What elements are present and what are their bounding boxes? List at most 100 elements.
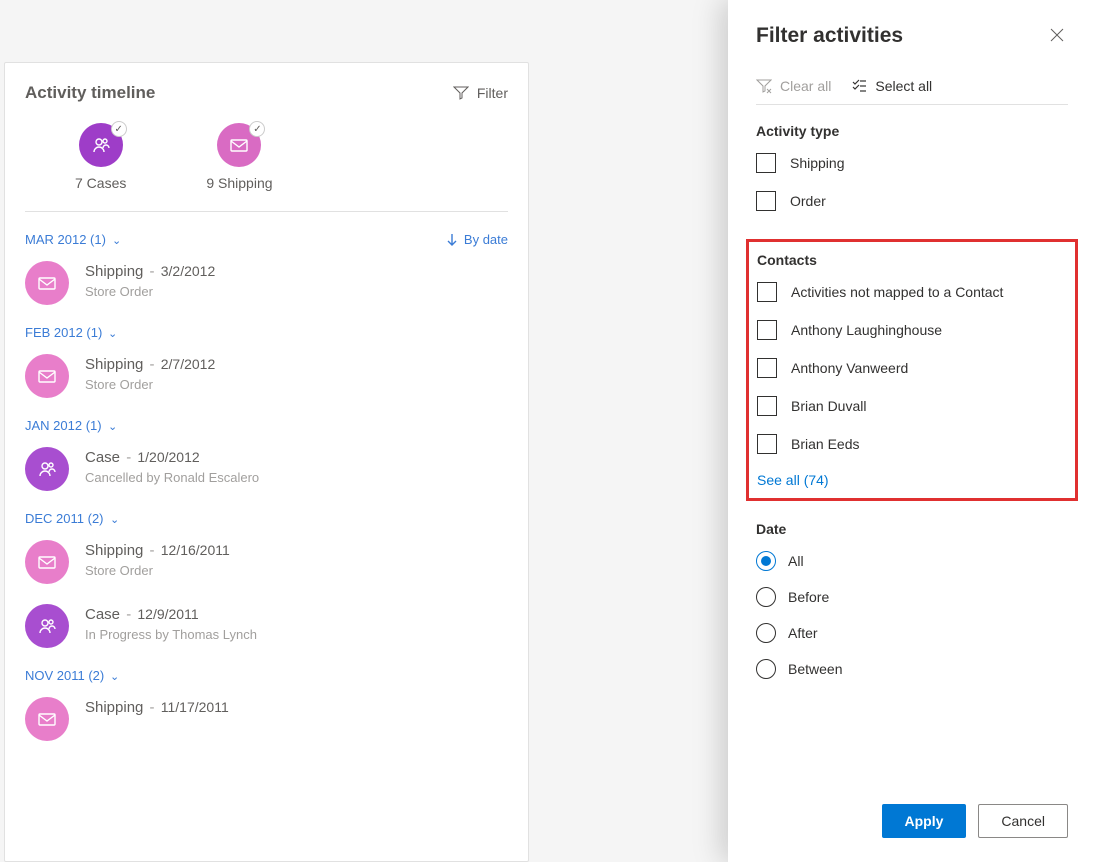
timeline-item-text: Shipping - 12/16/2011 Store Order [85,540,230,584]
timeline-item-title: Case - 1/20/2012 [85,449,259,466]
mail-icon [25,354,69,398]
timeline-title: Activity timeline [25,83,155,103]
timeline-item-title: Shipping - 2/7/2012 [85,356,215,373]
contact-option[interactable]: Activities not mapped to a Contact [757,282,1067,302]
timeline-header: Activity timeline Filter [25,83,508,103]
summary-row: ✓ 7 Cases ✓ 9 Shipping [25,123,508,191]
date-option[interactable]: Between [756,659,1068,679]
date-option[interactable]: Before [756,587,1068,607]
timeline-item[interactable]: Shipping - 11/17/2011 [25,697,508,741]
month-group-header[interactable]: MAR 2012 (1) ⌃ [25,232,121,247]
contact-option[interactable]: Brian Duvall [757,396,1067,416]
timeline-item-title: Shipping - 3/2/2012 [85,263,215,280]
timeline-item-subtitle: Cancelled by Ronald Escalero [85,470,259,485]
contact-option[interactable]: Anthony Laughinghouse [757,320,1067,340]
mail-icon [25,697,69,741]
summary-label: 7 Cases [75,175,126,191]
option-label: Brian Duvall [791,398,866,414]
timeline-item-subtitle: Store Order [85,563,230,578]
summary-item[interactable]: ✓ 9 Shipping [206,123,272,191]
person-icon [25,604,69,648]
contact-option[interactable]: Anthony Vanweerd [757,358,1067,378]
month-group-header[interactable]: DEC 2011 (2) ⌃ [25,511,119,526]
chevron-up-icon: ⌃ [108,419,117,432]
clear-all-button[interactable]: Clear all [756,78,831,94]
option-label: After [788,625,818,641]
timeline-item-text: Case - 12/9/2011 In Progress by Thomas L… [85,604,257,648]
option-label: All [788,553,804,569]
select-all-button[interactable]: Select all [851,78,932,94]
sort-by-date[interactable]: By date [446,232,508,247]
mail-icon [25,540,69,584]
option-label: Shipping [790,155,845,171]
timeline-item-text: Shipping - 11/17/2011 [85,697,229,741]
timeline-item-subtitle: Store Order [85,377,215,392]
apply-button[interactable]: Apply [882,804,967,838]
filter-panel-title: Filter activities [756,24,903,48]
checkbox[interactable] [757,320,777,340]
contacts-title: Contacts [757,252,1067,268]
mail-icon: ✓ [217,123,261,167]
see-all-link[interactable]: See all (74) [757,472,1067,488]
month-group-header[interactable]: JAN 2012 (1) ⌃ [25,418,117,433]
month-group-header[interactable]: NOV 2011 (2) ⌃ [25,668,119,683]
date-option[interactable]: All [756,551,1068,571]
timeline-item[interactable]: Shipping - 2/7/2012 Store Order [25,354,508,398]
option-label: Anthony Laughinghouse [791,322,942,338]
checkbox[interactable] [756,191,776,211]
divider [25,211,508,212]
close-button[interactable] [1046,24,1068,46]
chevron-up-icon: ⌃ [110,512,119,525]
filter-toolbar: Clear all Select all [756,48,1068,105]
date-option[interactable]: After [756,623,1068,643]
month-group-header[interactable]: FEB 2012 (1) ⌃ [25,325,118,340]
date-title: Date [756,521,1068,537]
activity-type-option[interactable]: Order [756,191,1068,211]
option-label: Order [790,193,826,209]
check-badge-icon: ✓ [111,121,127,137]
timeline-item-subtitle: In Progress by Thomas Lynch [85,627,257,642]
chevron-up-icon: ⌃ [112,233,121,246]
radio[interactable] [756,623,776,643]
filter-toggle-label: Filter [477,85,508,101]
person-icon: ✓ [79,123,123,167]
timeline-item-text: Case - 1/20/2012 Cancelled by Ronald Esc… [85,447,259,491]
option-label: Brian Eeds [791,436,859,452]
contacts-highlight-box: Contacts Activities not mapped to a Cont… [746,239,1078,501]
summary-label: 9 Shipping [206,175,272,191]
month-label: FEB 2012 (1) [25,325,102,340]
timeline-item[interactable]: Case - 1/20/2012 Cancelled by Ronald Esc… [25,447,508,491]
contact-option[interactable]: Brian Eeds [757,434,1067,454]
option-label: Anthony Vanweerd [791,360,908,376]
mail-icon [25,261,69,305]
timeline-item[interactable]: Shipping - 3/2/2012 Store Order [25,261,508,305]
option-label: Before [788,589,829,605]
checkbox[interactable] [757,434,777,454]
by-date-label: By date [464,232,508,247]
filter-panel-footer: Apply Cancel [756,786,1068,862]
summary-item[interactable]: ✓ 7 Cases [75,123,126,191]
check-badge-icon: ✓ [249,121,265,137]
filter-toggle[interactable]: Filter [453,85,508,101]
checkbox[interactable] [757,358,777,378]
timeline-item-title: Case - 12/9/2011 [85,606,257,623]
month-label: NOV 2011 (2) [25,668,104,683]
timeline-item-title: Shipping - 11/17/2011 [85,699,229,716]
radio[interactable] [756,659,776,679]
checkbox[interactable] [757,396,777,416]
cancel-button[interactable]: Cancel [978,804,1068,838]
radio[interactable] [756,587,776,607]
month-label: JAN 2012 (1) [25,418,102,433]
month-label: MAR 2012 (1) [25,232,106,247]
timeline-item[interactable]: Shipping - 12/16/2011 Store Order [25,540,508,584]
checkbox[interactable] [757,282,777,302]
radio[interactable] [756,551,776,571]
checkbox[interactable] [756,153,776,173]
timeline-item-text: Shipping - 3/2/2012 Store Order [85,261,215,305]
activity-type-option[interactable]: Shipping [756,153,1068,173]
chevron-up-icon: ⌃ [108,326,117,339]
arrow-down-icon [446,233,458,247]
timeline-item[interactable]: Case - 12/9/2011 In Progress by Thomas L… [25,604,508,648]
timeline-item-subtitle: Store Order [85,284,215,299]
option-label: Activities not mapped to a Contact [791,284,1003,300]
